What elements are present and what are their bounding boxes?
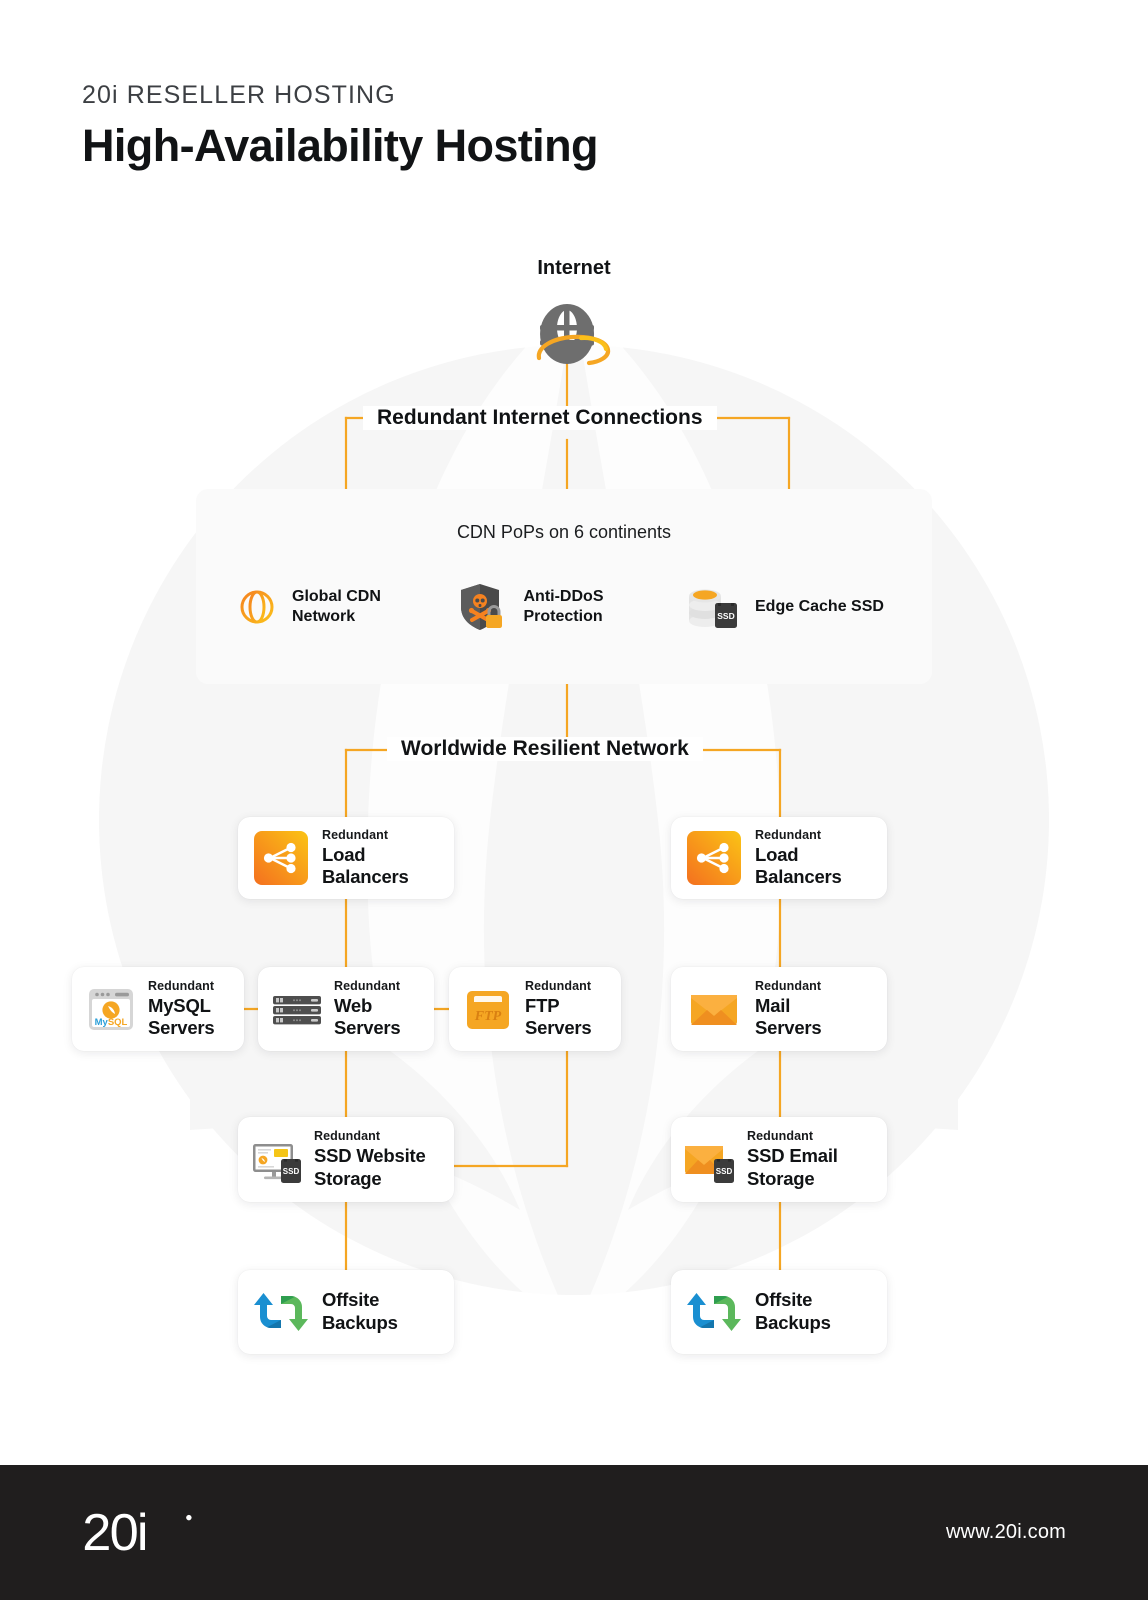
page-footer: 20i www.20i.com [0,1465,1148,1600]
node-title: Offsite Backups [322,1289,398,1333]
band-worldwide-resilient-network: Worldwide Resilient Network [387,737,703,761]
anti-ddos-shield-icon [452,581,510,633]
node-kicker: Redundant [525,978,592,993]
sync-arrows-icon [254,1285,308,1339]
band-redundant-internet-connections: Redundant Internet Connections [363,406,717,430]
internet-label: Internet [537,257,611,279]
node-mysql-servers[interactable]: MySQL Redundant MySQL Servers [72,967,244,1051]
node-title: Offsite Backups [755,1289,831,1333]
mysql-icon: MySQL [84,982,138,1036]
sync-arrows-icon [687,1285,741,1339]
node-title: Load Balancers [322,843,409,887]
node-kicker: Redundant [334,978,401,993]
envelope-icon [687,982,741,1036]
node-kicker: Redundant [755,827,822,842]
svg-text:MySQL: MySQL [95,1017,128,1028]
cdn-feature-label: Anti-DDoS Protection [523,588,604,625]
node-kicker: Redundant [314,1129,381,1144]
envelope-ssd-icon: SSD [683,1133,737,1187]
svg-text:SSD: SSD [717,611,734,621]
node-title: Web Servers [334,994,401,1038]
global-cdn-globe-icon [219,581,278,633]
cdn-feature-global-cdn: Global CDN Network [219,581,445,633]
node-ssd-email-storage[interactable]: SSD Redundant SSD Email Storage [671,1117,887,1202]
node-title: SSD Website Storage [314,1145,426,1189]
globe-orbit-icon [519,298,615,378]
page-title: High-Availability Hosting [82,119,598,171]
node-kicker: Redundant [747,1129,814,1144]
node-kicker: Redundant [148,978,215,993]
node-load-balancer-left[interactable]: Redundant Load Balancers [238,817,454,899]
cdn-panel: CDN PoPs on 6 continents Global CDN Netw… [196,489,932,684]
monitor-ssd-icon: SSD [250,1133,304,1187]
svg-text:20i: 20i [82,1505,146,1561]
architecture-diagram: Internet Redundant Internet Connections … [0,0,1148,1600]
node-ftp-servers[interactable]: FTP Redundant FTP Servers [449,967,621,1051]
node-title: MySQL Servers [148,994,215,1038]
node-web-servers[interactable]: Redundant Web Servers [258,967,434,1051]
node-mail-servers[interactable]: Redundant Mail Servers [671,967,887,1051]
cdn-feature-list: Global CDN Network Anti-DDoS Protection … [196,581,932,633]
node-kicker: Redundant [322,827,389,842]
cdn-feature-anti-ddos: Anti-DDoS Protection [452,581,677,633]
node-offsite-backups-left[interactable]: Offsite Backups [238,1270,454,1354]
svg-text:FTP: FTP [474,1009,502,1024]
node-title: FTP Servers [525,994,592,1038]
svg-text:SSD: SSD [283,1167,300,1176]
edge-cache-ssd-icon: SSD [683,581,741,633]
cdn-feature-label: Edge Cache SSD [755,598,884,616]
node-title: Mail Servers [755,994,822,1038]
server-rack-icon [270,982,324,1036]
load-balancer-icon [254,831,308,885]
footer-url[interactable]: www.20i.com [946,1521,1066,1544]
cdn-feature-label: Global CDN Network [292,588,381,625]
page-header: 20i RESELLER HOSTING High-Availability H… [82,81,598,171]
node-kicker: Redundant [755,978,822,993]
node-offsite-backups-right[interactable]: Offsite Backups [671,1270,887,1354]
node-title: SSD Email Storage [747,1145,838,1189]
cdn-feature-edge-cache-ssd: SSD Edge Cache SSD [683,581,908,633]
svg-text:SSD: SSD [716,1167,733,1176]
eyebrow-text: 20i RESELLER HOSTING [82,81,396,109]
load-balancer-icon [687,831,741,885]
node-title: Load Balancers [755,843,842,887]
node-load-balancer-right[interactable]: Redundant Load Balancers [671,817,887,899]
cdn-panel-heading: CDN PoPs on 6 continents [456,522,672,542]
ftp-folder-icon: FTP [461,982,515,1036]
node-ssd-website-storage[interactable]: SSD Redundant SSD Website Storage [238,1117,454,1202]
20i-logo[interactable]: 20i [82,1505,200,1561]
